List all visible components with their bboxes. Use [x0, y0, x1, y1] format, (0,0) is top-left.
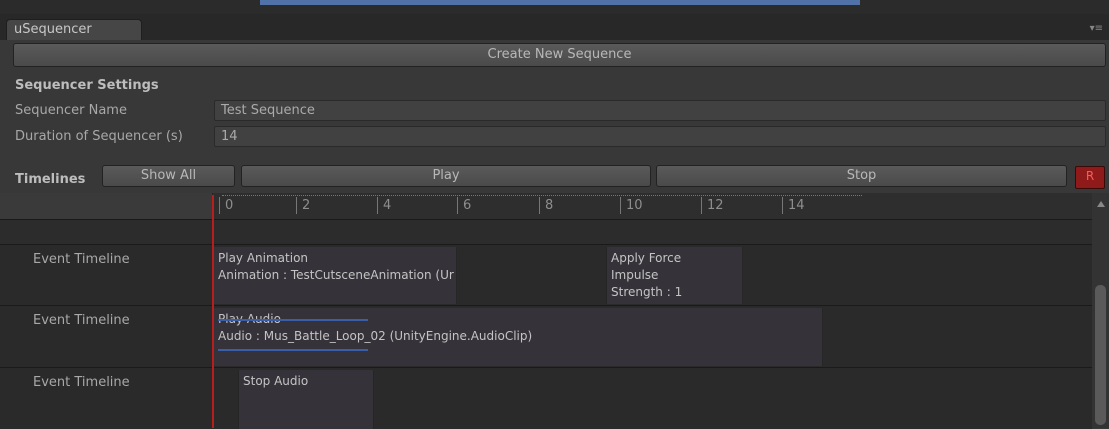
event-timeline-row[interactable]: Event Timeline Stop Audio — [0, 367, 1092, 429]
sequencer-name-field[interactable]: Test Sequence — [214, 100, 1106, 121]
event-line: Animation : TestCutsceneAnimation (Ur — [218, 268, 454, 282]
scrollbar-thumb[interactable] — [1095, 285, 1106, 425]
event-line: Play Animation — [218, 251, 309, 265]
ruler-tick: 8 — [539, 197, 553, 214]
stop-button[interactable]: Stop — [656, 165, 1067, 187]
ruler-tick: 0 — [219, 197, 233, 214]
show-all-button[interactable]: Show All — [102, 165, 235, 187]
time-ruler[interactable]: 0 2 4 6 8 10 12 14 — [0, 193, 1092, 219]
window-menu-icon[interactable]: ▾≡ — [1090, 23, 1103, 34]
ruler-tick: 2 — [296, 197, 310, 214]
duration-field[interactable]: 14 — [214, 126, 1106, 147]
timeline-spacer — [0, 219, 1092, 245]
row-label: Event Timeline — [33, 375, 130, 390]
audio-waveform — [218, 319, 368, 321]
event-line: Audio : Mus_Battle_Loop_02 (UnityEngine.… — [218, 329, 533, 343]
ruler-tick: 6 — [457, 197, 471, 214]
ruler-tick: 14 — [782, 197, 805, 214]
event-line: Impulse — [611, 268, 659, 282]
audio-waveform — [218, 349, 368, 351]
ruler-dotted-line — [222, 195, 862, 196]
tab-bar: uSequencer ▾≡ — [0, 14, 1109, 40]
record-button[interactable]: R — [1075, 166, 1105, 189]
playhead-marker[interactable] — [212, 195, 214, 428]
vertical-scrollbar[interactable] — [1092, 193, 1109, 428]
ruler-left-gutter — [0, 193, 213, 219]
scroll-up-arrow-icon[interactable] — [1097, 201, 1105, 207]
tab-usequencer[interactable]: uSequencer — [6, 19, 142, 40]
ruler-tick: 12 — [701, 197, 724, 214]
ruler-tick: 4 — [377, 197, 391, 214]
event-timeline-row[interactable]: Event Timeline Play Animation Animation … — [0, 244, 1092, 306]
event-play-audio[interactable]: Play Audio Audio : Mus_Battle_Loop_02 (U… — [213, 308, 823, 366]
play-button[interactable]: Play — [241, 165, 651, 187]
event-play-animation[interactable]: Play Animation Animation : TestCutsceneA… — [213, 247, 457, 304]
event-timeline-row[interactable]: Event Timeline Play Audio Audio : Mus_Ba… — [0, 305, 1092, 368]
timelines-title: Timelines — [15, 172, 86, 187]
event-apply-force[interactable]: Apply Force Impulse Strength : 1 — [606, 247, 743, 304]
event-line: Strength : 1 — [611, 285, 683, 299]
top-strip — [0, 0, 1109, 14]
ruler-tick: 10 — [620, 197, 643, 214]
event-stop-audio[interactable]: Stop Audio — [238, 370, 374, 429]
row-label: Event Timeline — [33, 252, 130, 267]
title-highlight-bar — [260, 0, 860, 5]
sequencer-settings-title: Sequencer Settings — [15, 78, 159, 93]
event-line: Stop Audio — [243, 374, 309, 388]
row-label: Event Timeline — [33, 313, 130, 328]
create-new-sequence-button[interactable]: Create New Sequence — [13, 43, 1106, 67]
duration-label: Duration of Sequencer (s) — [15, 129, 183, 144]
sequencer-name-label: Sequencer Name — [15, 103, 127, 118]
event-line: Apply Force — [611, 251, 682, 265]
